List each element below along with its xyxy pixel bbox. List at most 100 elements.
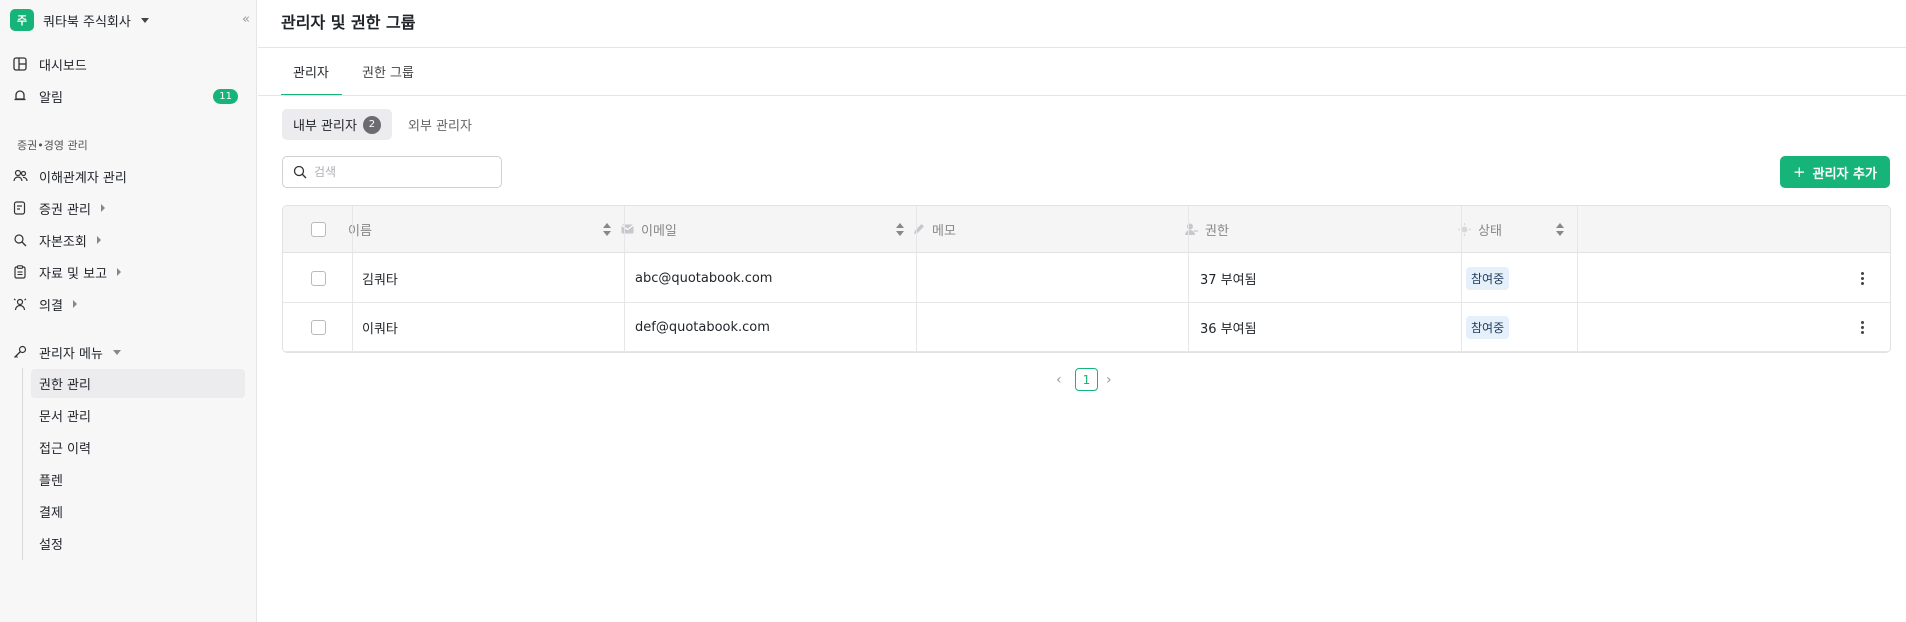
select-all-checkbox-cell[interactable] [311, 206, 326, 252]
add-admin-label: 관리자 추가 [1812, 166, 1877, 182]
divider [258, 47, 1906, 48]
search-field[interactable] [282, 156, 502, 188]
admins-table: 이름 이메일 메모 권한 상태 김쿼타 abc@quotabook.com 37… [282, 205, 1891, 353]
column-permission: 권한 [1185, 206, 1457, 252]
column-memo: 메모 [913, 206, 1185, 252]
chevron-down-icon [140, 17, 149, 23]
email-cell: abc@quotabook.com [635, 270, 773, 286]
column-divider [624, 206, 625, 352]
submenu-item-plan[interactable]: 플렌 [31, 465, 245, 494]
submenu-item-settings[interactable]: 설정 [31, 529, 245, 558]
sidebar-item-label: 자본조회 [39, 234, 87, 250]
sidebar-item-admin-menu[interactable]: 관리자 메뉴 [12, 339, 246, 365]
row-checkbox[interactable] [311, 270, 326, 286]
email-cell: def@quotabook.com [635, 319, 770, 335]
sidebar-item-label: 이해관계자 관리 [39, 170, 127, 186]
chevron-right-icon [96, 236, 101, 244]
column-divider [1577, 206, 1578, 352]
pagination: ‹ 1 › [258, 368, 1906, 392]
org-name: 쿼타북 주식회사 [43, 14, 131, 30]
row-actions[interactable] [1857, 303, 1867, 351]
column-label: 메모 [932, 223, 956, 239]
sidebar-item-label: 의결 [39, 298, 63, 314]
tab-admins[interactable]: 관리자 [281, 62, 342, 96]
sidebar-item-dashboard[interactable]: 대시보드 [12, 51, 246, 77]
sidebar-item-voting[interactable]: 의결 [12, 291, 246, 317]
segment-label: 내부 관리자 [293, 119, 357, 134]
row-actions[interactable] [1857, 254, 1867, 302]
submenu-item-permissions[interactable]: 권한 관리 [31, 369, 245, 398]
column-divider [1461, 206, 1462, 352]
row-checkbox[interactable] [311, 319, 326, 335]
status-cell: 참여중 [1466, 303, 1510, 351]
submenu-divider [22, 368, 23, 560]
tab-permission-groups[interactable]: 권한 그룹 [362, 62, 414, 96]
sort-icon[interactable] [1556, 223, 1564, 237]
more-vertical-icon[interactable] [1857, 320, 1867, 335]
submenu-item-access-history[interactable]: 접근 이력 [31, 433, 245, 462]
chevron-right-icon[interactable]: › [1106, 372, 1112, 388]
sun-icon [1458, 222, 1471, 236]
people-icon [12, 168, 28, 184]
chevron-left-icon[interactable]: ‹ [1056, 372, 1062, 388]
column-divider [352, 206, 353, 352]
count-badge: 2 [362, 115, 381, 134]
org-switcher[interactable]: 주 쿼타북 주식회사 « [10, 9, 250, 31]
collapse-sidebar-icon[interactable]: « [242, 12, 250, 27]
column-label: 이메일 [641, 223, 677, 239]
column-divider [916, 206, 917, 352]
dashboard-icon [12, 56, 28, 72]
search-doc-icon [12, 232, 28, 248]
add-admin-button[interactable]: + 관리자 추가 [1780, 156, 1890, 188]
name-cell: 이쿼타 [362, 321, 398, 337]
sidebar-item-securities[interactable]: 증권 관리 [12, 195, 246, 221]
user-icon [1185, 223, 1198, 235]
row-checkbox-cell[interactable] [311, 303, 326, 351]
chevron-right-icon [72, 300, 77, 308]
column-email[interactable]: 이메일 [621, 206, 913, 252]
sort-icon[interactable] [896, 223, 904, 237]
sort-icon[interactable] [603, 223, 611, 237]
segment-external-admins[interactable]: 외부 관리자 [397, 109, 483, 140]
sidebar-item-label: 대시보드 [39, 58, 87, 74]
permission-cell: 36 부여됨 [1200, 321, 1257, 337]
column-label: 권한 [1205, 223, 1229, 239]
column-status[interactable]: 상태 [1458, 206, 1573, 252]
segment-internal-admins[interactable]: 내부 관리자 2 [282, 109, 392, 140]
submenu-item-documents[interactable]: 문서 관리 [31, 401, 245, 430]
sidebar-item-alerts[interactable]: 알림 11 [12, 83, 246, 109]
column-label: 상태 [1478, 223, 1502, 239]
clipboard-icon [12, 264, 28, 280]
status-badge: 참여중 [1466, 266, 1510, 290]
key-icon [12, 344, 28, 360]
sidebar-item-stakeholders[interactable]: 이해관계자 관리 [12, 163, 246, 189]
permission-cell: 37 부여됨 [1200, 272, 1257, 288]
divider [258, 95, 1906, 96]
bell-icon [12, 88, 28, 104]
section-label: 증권•경영 관리 [17, 139, 88, 152]
sidebar-item-label: 증권 관리 [39, 202, 91, 218]
sidebar-item-label: 관리자 메뉴 [39, 346, 103, 362]
page-1-button[interactable]: 1 [1075, 368, 1098, 391]
column-name[interactable]: 이름 [348, 206, 620, 252]
table-row[interactable]: 김쿼타 abc@quotabook.com 37 부여됨 참여중 [283, 254, 1890, 303]
sidebar-item-reports[interactable]: 자료 및 보고 [12, 259, 246, 285]
column-divider [1188, 206, 1189, 352]
alert-count-badge: 11 [213, 89, 238, 104]
pencil-icon [913, 223, 925, 235]
page-title: 관리자 및 권한 그룹 [281, 13, 416, 32]
select-all-checkbox[interactable] [311, 221, 326, 237]
chevron-right-icon [117, 268, 122, 276]
plus-icon: + [1793, 163, 1806, 181]
row-checkbox-cell[interactable] [311, 254, 326, 302]
submenu-item-billing[interactable]: 결제 [31, 497, 245, 526]
more-vertical-icon[interactable] [1857, 271, 1867, 286]
search-input[interactable] [314, 165, 484, 179]
table-row[interactable]: 이쿼타 def@quotabook.com 36 부여됨 참여중 [283, 303, 1890, 352]
chevron-down-icon [112, 349, 121, 355]
search-icon [293, 165, 307, 179]
status-cell: 참여중 [1466, 254, 1510, 302]
status-badge: 참여중 [1466, 315, 1510, 339]
sidebar-item-capital[interactable]: 자본조회 [12, 227, 246, 253]
table-header: 이름 이메일 메모 권한 상태 [283, 206, 1890, 253]
